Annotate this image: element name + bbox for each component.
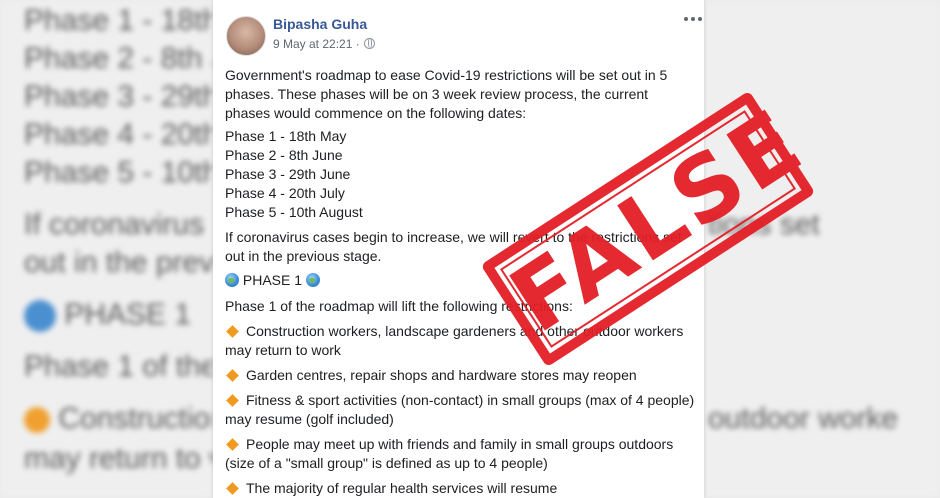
bullet-text: The majority of regular health services … <box>246 480 558 496</box>
globe-icon <box>363 38 375 49</box>
bg-text: Phase 1 of the ro <box>24 350 213 383</box>
bg-text: Phase 4 - 20th <box>24 118 213 151</box>
phase-date-line: Phase 3 - 29th June <box>225 166 351 182</box>
bg-text: PHASE 1 <box>64 298 192 331</box>
bg-heading: PHASE 1 <box>24 298 192 333</box>
bullet-text: Construction workers, landscape gardener… <box>246 323 684 339</box>
phase-date-line: Phase 2 - 8th June <box>225 147 343 163</box>
background-blur-left: Phase 1 - 18th Phase 2 - 8th J Phase 3 -… <box>0 0 213 498</box>
bg-text: Phase 5 - 10th <box>24 156 213 189</box>
bg-text: outdoor worke <box>708 402 899 435</box>
more-options-icon[interactable] <box>684 14 702 24</box>
globe-emoji-icon <box>305 273 320 287</box>
phase-date-line: Phase 4 - 20th July <box>225 185 345 201</box>
orange-diamond-icon <box>226 394 239 408</box>
bullet-item: Fitness & sport activities (non-contact)… <box>225 391 694 410</box>
bullet-text: Fitness & sport activities (non-contact)… <box>246 392 695 408</box>
post-timestamp: 9 May at 22:21 · <box>273 37 375 51</box>
bg-text: may return to wo <box>24 442 213 475</box>
timestamp-text[interactable]: 9 May at 22:21 · <box>273 37 360 51</box>
post-text-line: Government's roadmap to ease Covid-19 re… <box>225 67 668 83</box>
globe-emoji-icon <box>225 273 239 287</box>
phase-date-line: Phase 1 - 18th May <box>225 128 347 144</box>
bullet-text: People may meet up with friends and fami… <box>246 436 674 452</box>
avatar[interactable] <box>226 16 266 56</box>
orange-diamond-icon <box>226 325 239 339</box>
orange-diamond-icon <box>226 482 239 496</box>
bullet-text: Garden centres, repair shops and hardwar… <box>246 367 637 383</box>
orange-diamond-icon <box>226 438 239 452</box>
bg-text: Construction <box>58 402 213 435</box>
bullet-text-continued: (size of a "small group" is defined as u… <box>225 455 548 471</box>
bullet-text-continued: may return to work <box>225 342 341 358</box>
post-text-line: out in the previous stage. <box>225 248 382 264</box>
bg-text: Phase 1 - 18th <box>24 4 213 37</box>
globe-emoji-icon <box>24 300 56 333</box>
bullet-text-continued: may resume (golf included) <box>225 411 394 427</box>
bg-text: Phase 2 - 8th J <box>24 42 213 75</box>
post-text-line: phases would commence on the following d… <box>225 105 527 121</box>
bg-bullet: Construction <box>24 402 213 436</box>
background-blur-right: tions set outdoor worke <box>704 0 940 498</box>
post-text-line: phases. These phases will be on 3 week r… <box>225 86 649 102</box>
bullet-item: People may meet up with friends and fami… <box>225 435 673 454</box>
author-name[interactable]: Bipasha Guha <box>273 16 367 32</box>
bg-text: Phase 3 - 29th <box>24 80 213 113</box>
bullet-item: The majority of regular health services … <box>225 479 557 498</box>
bullet-item: Garden centres, repair shops and hardwar… <box>225 366 637 385</box>
orange-diamond-icon <box>226 369 239 383</box>
bullet-item: Construction workers, landscape gardener… <box>225 322 683 341</box>
bg-text: out in the previo <box>24 246 213 279</box>
phase-heading-text: PHASE 1 <box>242 272 303 288</box>
orange-diamond-icon <box>24 407 50 434</box>
bg-text: If coronavirus ca <box>24 208 213 241</box>
phase-date-line: Phase 5 - 10th August <box>225 204 363 220</box>
phase-heading: PHASE 1 <box>225 271 320 290</box>
